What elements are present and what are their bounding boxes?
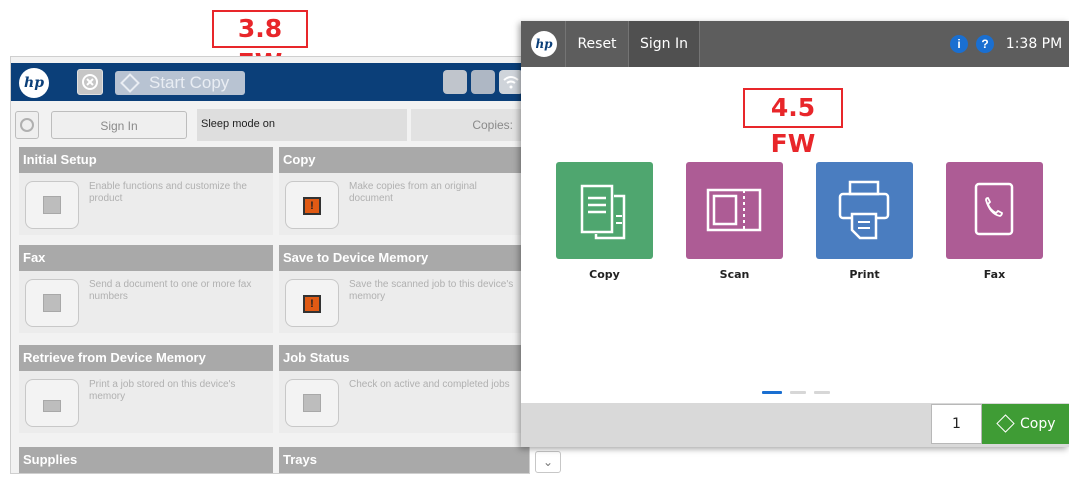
tile-retrieve[interactable]: Print a job stored on this device's memo… xyxy=(19,371,273,433)
tile-copy-desc: Make copies from an original document xyxy=(349,181,477,204)
hp-logo-icon: hp xyxy=(19,68,49,98)
copy-warning-icon: ! xyxy=(285,181,339,229)
new-fw-label: 4.5 FW xyxy=(743,88,843,158)
tile-job-status[interactable]: Check on active and completed jobs xyxy=(279,371,529,433)
tray-icon xyxy=(25,379,79,427)
tile-save-desc: Save the scanned job to this device's me… xyxy=(349,279,514,302)
start-diamond-icon xyxy=(120,73,140,93)
new-firmware-panel: hp Reset Sign In i ? 1:38 PM 4.5 FW Copy… xyxy=(521,21,1069,447)
copies-field[interactable]: Copies: xyxy=(411,109,529,141)
fax-phone-icon xyxy=(974,182,1014,236)
tile-job-status-desc: Check on active and completed jobs xyxy=(349,379,510,390)
copy-app-tile[interactable] xyxy=(556,162,653,259)
copies-count-field[interactable]: 1 xyxy=(931,404,982,444)
tile-initial-setup-desc: Enable functions and customize the produ… xyxy=(89,181,247,204)
tile-retrieve-title[interactable]: Retrieve from Device Memory xyxy=(19,345,273,371)
tile-trays-title[interactable]: Trays xyxy=(279,447,529,473)
tile-fax[interactable]: Send a document to one or more fax numbe… xyxy=(19,271,273,333)
old-status-row: Sign In Sleep mode on Copies: xyxy=(11,107,529,143)
home-icon[interactable] xyxy=(443,70,467,94)
print-app-label: Print xyxy=(849,268,880,281)
print-app-tile[interactable] xyxy=(816,162,913,259)
copy-icon xyxy=(580,184,626,240)
copy-start-button[interactable]: Copy xyxy=(982,404,1069,444)
tile-retrieve-desc: Print a job stored on this device's memo… xyxy=(89,379,236,402)
tile-save-to-memory[interactable]: ! Save the scanned job to this device's … xyxy=(279,271,529,333)
old-firmware-panel: hp Start Copy Sign In Sleep mode on Copi… xyxy=(10,56,530,474)
fax-icon xyxy=(25,279,79,327)
old-sign-in-button[interactable]: Sign In xyxy=(51,111,187,139)
start-copy-button[interactable]: Start Copy xyxy=(115,71,245,95)
job-icon xyxy=(285,379,339,427)
clipboard-icon xyxy=(25,181,79,229)
new-footer: 1 Copy xyxy=(521,403,1069,447)
new-top-bar: hp Reset Sign In i ? 1:38 PM xyxy=(521,21,1069,67)
hp-home-button[interactable]: hp xyxy=(521,21,565,67)
moon-icon[interactable] xyxy=(471,70,495,94)
tile-fax-title[interactable]: Fax xyxy=(19,245,273,271)
scan-app-tile[interactable] xyxy=(686,162,783,259)
tile-supplies-title[interactable]: Supplies xyxy=(19,447,273,473)
refresh-icon[interactable] xyxy=(15,111,39,139)
scan-app-label: Scan xyxy=(719,268,750,281)
hp-logo-icon: hp xyxy=(531,31,557,57)
save-warning-icon: ! xyxy=(285,279,339,327)
old-fw-label: 3.8 FW xyxy=(212,10,308,77)
fax-app-label: Fax xyxy=(983,268,1006,281)
chevron-down-icon[interactable]: ⌄ xyxy=(535,451,561,473)
stop-button[interactable] xyxy=(77,69,103,95)
cancel-icon xyxy=(82,74,98,90)
start-diamond-icon xyxy=(996,414,1015,433)
tile-initial-setup[interactable]: Enable functions and customize the produ… xyxy=(19,173,273,235)
reset-button[interactable]: Reset xyxy=(566,21,628,67)
fax-app-tile[interactable] xyxy=(946,162,1043,259)
tile-initial-setup-title[interactable]: Initial Setup xyxy=(19,147,273,173)
help-icon[interactable]: ? xyxy=(976,35,994,53)
page-dot[interactable] xyxy=(790,391,806,394)
copies-label: Copies: xyxy=(472,118,513,132)
tile-job-status-title[interactable]: Job Status xyxy=(279,345,529,371)
page-dot-active[interactable] xyxy=(762,391,782,394)
tile-fax-desc: Send a document to one or more fax numbe… xyxy=(89,279,252,302)
tile-save-title[interactable]: Save to Device Memory xyxy=(279,245,529,271)
tile-copy-title[interactable]: Copy xyxy=(279,147,529,173)
info-icon[interactable]: i xyxy=(950,35,968,53)
old-top-bar: hp Start Copy xyxy=(11,63,529,101)
copy-app-label: Copy xyxy=(589,268,620,281)
tile-copy[interactable]: ! Make copies from an original document xyxy=(279,173,529,235)
print-icon xyxy=(838,180,890,240)
new-sign-in-button[interactable]: Sign In xyxy=(629,21,699,67)
start-copy-label: Start Copy xyxy=(149,73,230,92)
scan-icon xyxy=(706,188,762,232)
page-dot[interactable] xyxy=(814,391,830,394)
sleep-status: Sleep mode on xyxy=(197,109,407,141)
wifi-icon[interactable] xyxy=(499,70,523,94)
clock-time: 1:38 PM xyxy=(1005,36,1063,52)
copy-button-label: Copy xyxy=(1020,416,1056,432)
